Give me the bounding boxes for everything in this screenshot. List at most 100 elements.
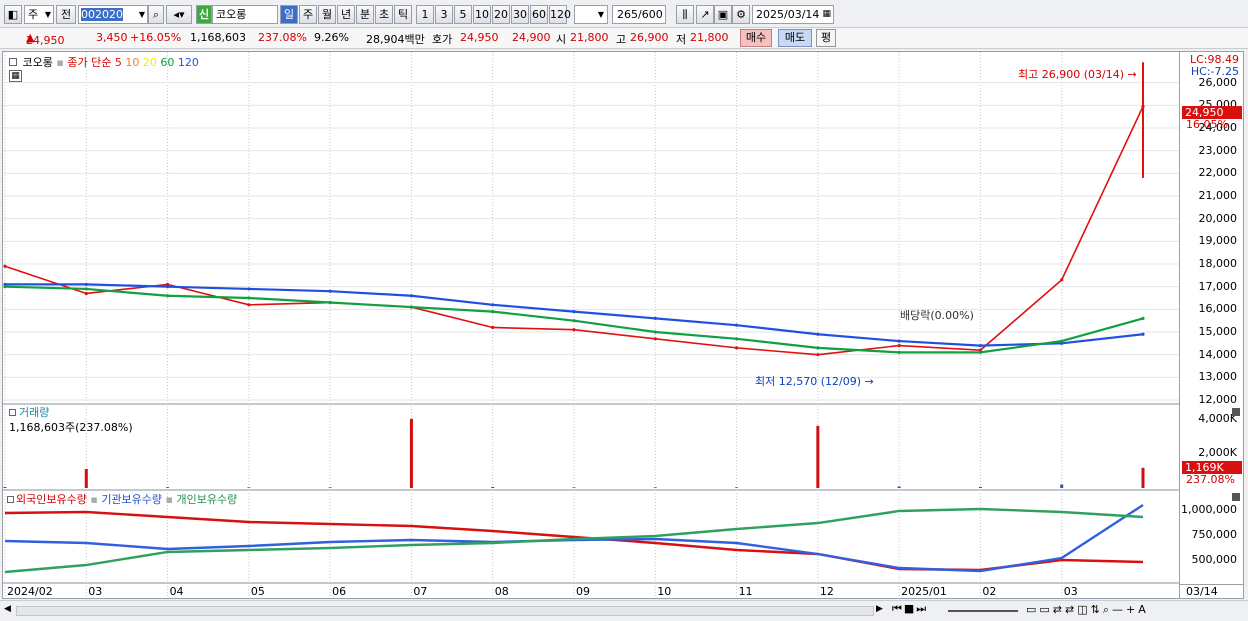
quote-info-bar: 24,950 ▲ 3,450 +16.05% 1,168,603 237.08%… bbox=[0, 28, 1248, 49]
scroll-left-icon[interactable]: ◀ bbox=[4, 604, 11, 614]
chart-area[interactable]: 2024/02 03 04 05 06 07 08 09 10 11 12 2025/01 02 03 코… bbox=[2, 51, 1180, 599]
ma-10-label: 10 bbox=[121, 56, 140, 69]
date-field[interactable]: 2025/03/14 ▦ bbox=[752, 5, 834, 24]
holding-legend: 외국인보유수량 ▪ 기관보유수량 ▪ 개인보유수량 bbox=[7, 491, 237, 507]
price-point bbox=[1060, 278, 1064, 282]
period-tab-틱[interactable]: 틱 bbox=[394, 5, 412, 24]
volume-tick-label: 2,000K bbox=[1198, 446, 1237, 460]
speaker-icon[interactable]: ◂▾ bbox=[166, 5, 192, 24]
settings-icon[interactable]: ⚙ bbox=[732, 5, 750, 24]
period-tab-년[interactable]: 년 bbox=[337, 5, 355, 24]
price-point bbox=[978, 350, 983, 354]
price-tick-label: 14,000 bbox=[1198, 347, 1238, 361]
stock-legend-label: 코오롱 bbox=[22, 56, 53, 69]
price-point bbox=[653, 316, 657, 320]
hc-label: HC:-7.25 bbox=[1190, 65, 1239, 78]
save-icon[interactable]: ▣ bbox=[714, 5, 732, 24]
volume-bar bbox=[409, 418, 413, 488]
stock-code-input[interactable]: 002020 ▼ bbox=[78, 5, 148, 24]
interval-select[interactable]: ▼ bbox=[574, 5, 608, 24]
volume-bar bbox=[897, 486, 901, 488]
turnover-value: 9.26% bbox=[314, 31, 349, 44]
volume-panel-close-icon[interactable] bbox=[1232, 408, 1240, 416]
zoom-slider[interactable] bbox=[948, 610, 1018, 612]
interval-tab-10[interactable]: 10 bbox=[473, 5, 491, 24]
interval-tab-30[interactable]: 30 bbox=[511, 5, 529, 24]
open-value: 21,800 bbox=[570, 31, 609, 44]
interval-tab-1[interactable]: 1 bbox=[416, 5, 434, 24]
low-annotation: 최저 12,570 (12/09) → bbox=[755, 375, 874, 388]
high-value: 26,900 bbox=[630, 31, 669, 44]
scroll-right-icon[interactable]: ▶ bbox=[876, 604, 883, 614]
low-label: 저 bbox=[676, 33, 687, 46]
data-count: 265 bbox=[617, 8, 638, 21]
period-tab-분[interactable]: 분 bbox=[356, 5, 374, 24]
buy-button[interactable]: 매수 bbox=[740, 29, 772, 47]
prev-button[interactable]: 전 bbox=[56, 5, 76, 24]
volume-bar bbox=[3, 486, 7, 488]
period-tab-일[interactable]: 일 bbox=[280, 5, 298, 24]
price-tick-label: 22,000 bbox=[1198, 166, 1238, 180]
price-point bbox=[247, 287, 251, 291]
stock-name-field[interactable]: 코오롱 bbox=[212, 5, 278, 24]
volume-bar bbox=[84, 469, 88, 488]
price-point bbox=[409, 305, 414, 309]
price-point bbox=[734, 323, 739, 327]
price-point bbox=[1141, 332, 1145, 336]
volume-ratio: 237.08% bbox=[258, 31, 307, 44]
low-value: 21,800 bbox=[690, 31, 729, 44]
price-point bbox=[165, 294, 170, 298]
playback-controls[interactable]: ⏮■⏭ bbox=[892, 602, 928, 616]
candle-icon[interactable]: ⫼ bbox=[676, 5, 694, 24]
interval-tab-3[interactable]: 3 bbox=[435, 5, 453, 24]
y-axis-panel: 12,000 13,000 14,000 15,000 16,000 17,000 18,0… bbox=[1180, 51, 1244, 599]
price-tick-label: 16,000 bbox=[1198, 302, 1238, 316]
ask-price: 24,950 bbox=[460, 31, 499, 44]
search-icon[interactable]: ⌕ bbox=[148, 5, 164, 24]
legend-foreign: 외국인보유수량 bbox=[16, 493, 87, 506]
x-tick-label: 06 bbox=[332, 585, 346, 598]
volume-bar bbox=[1060, 484, 1064, 488]
x-tick-label: 04 bbox=[170, 585, 184, 598]
holding-panel-close-icon[interactable] bbox=[1232, 493, 1240, 501]
x-tick-label: 11 bbox=[739, 585, 753, 598]
price-point bbox=[816, 353, 820, 357]
x-tick-label: 09 bbox=[576, 585, 590, 598]
price-tick-label: 13,000 bbox=[1198, 370, 1238, 384]
chart-canvas[interactable]: 2024/02 03 04 05 06 07 08 09 10 11 12 2025/01 02 03 bbox=[3, 52, 1179, 598]
draw-tool-icon[interactable]: ↗ bbox=[696, 5, 714, 24]
price-point bbox=[84, 291, 88, 296]
interval-tab-60[interactable]: 60 bbox=[530, 5, 548, 24]
interval-tab-5[interactable]: 5 bbox=[454, 5, 472, 24]
interval-tab-120[interactable]: 120 bbox=[549, 5, 571, 24]
sell-button[interactable]: 매도 bbox=[778, 29, 812, 47]
data-count-field[interactable]: 265/600 bbox=[612, 5, 666, 24]
eval-button[interactable]: 평 bbox=[816, 29, 836, 47]
price-value: 24,950 ▲ bbox=[26, 31, 65, 47]
holding-tick-label: 1,000,000 bbox=[1181, 503, 1237, 516]
ma-5-label: 5 bbox=[114, 56, 122, 69]
price-point bbox=[978, 344, 983, 348]
period-tab-주[interactable]: 주 bbox=[299, 5, 317, 24]
period-tab-초[interactable]: 초 bbox=[375, 5, 393, 24]
market-type-select[interactable]: 주 ▼ bbox=[24, 5, 54, 24]
price-point bbox=[572, 310, 576, 314]
volume-bar bbox=[1141, 467, 1145, 488]
open-label: 시 bbox=[556, 33, 567, 46]
price-point bbox=[1141, 316, 1145, 320]
price-tick-label: 18,000 bbox=[1198, 257, 1238, 270]
price-point bbox=[653, 330, 657, 334]
ma-periods: 5 10 20 60 120 bbox=[115, 56, 199, 69]
volume-bar bbox=[166, 487, 170, 488]
ma-120-label: 120 bbox=[174, 56, 199, 69]
scroll-track[interactable] bbox=[16, 606, 874, 616]
volume-legend: 거래량 bbox=[9, 404, 49, 420]
period-tab-월[interactable]: 월 bbox=[318, 5, 336, 24]
volume-bar bbox=[247, 487, 251, 488]
grid-icon[interactable]: ▦ bbox=[9, 70, 22, 82]
window-icon[interactable]: ◧ bbox=[4, 5, 22, 24]
chart-tool-icons[interactable]: ▭▭⇄⇄◫⇅⌕—+A bbox=[1026, 603, 1149, 617]
interval-tab-20[interactable]: 20 bbox=[492, 5, 510, 24]
stock-code-value: 002020 bbox=[81, 8, 123, 21]
volume-bar bbox=[328, 487, 332, 488]
